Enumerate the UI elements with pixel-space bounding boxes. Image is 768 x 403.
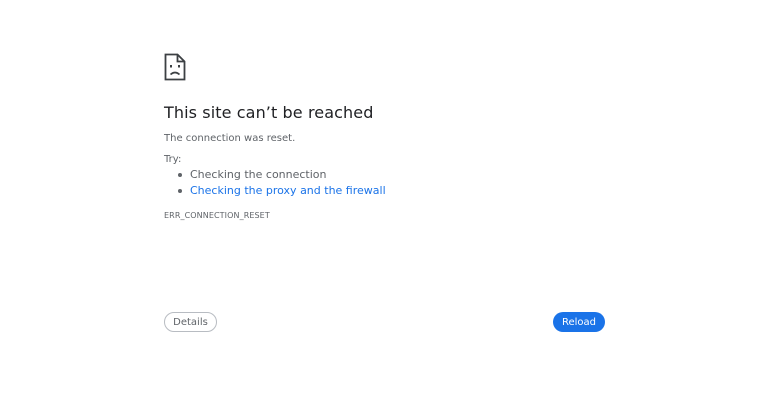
suggestions-list: Checking the connection Checking the pro… xyxy=(164,168,386,199)
try-label: Try: xyxy=(164,154,182,165)
page-title: This site can’t be reached xyxy=(164,103,374,122)
suggestion-check-connection: Checking the connection xyxy=(164,168,386,184)
suggestion-label[interactable]: Checking the proxy and the firewall xyxy=(190,184,386,197)
bullet-icon xyxy=(178,188,182,193)
details-button[interactable]: Details xyxy=(164,312,217,332)
error-page: This site can’t be reached The connectio… xyxy=(0,0,768,403)
bullet-icon xyxy=(178,173,182,177)
suggestion-label: Checking the connection xyxy=(190,168,327,181)
error-code: ERR_CONNECTION_RESET xyxy=(164,211,270,220)
sad-document-icon xyxy=(164,53,186,81)
error-summary: The connection was reset. xyxy=(164,133,296,144)
suggestion-check-proxy-firewall-link[interactable]: Checking the proxy and the firewall xyxy=(164,184,386,200)
reload-button[interactable]: Reload xyxy=(553,312,605,332)
